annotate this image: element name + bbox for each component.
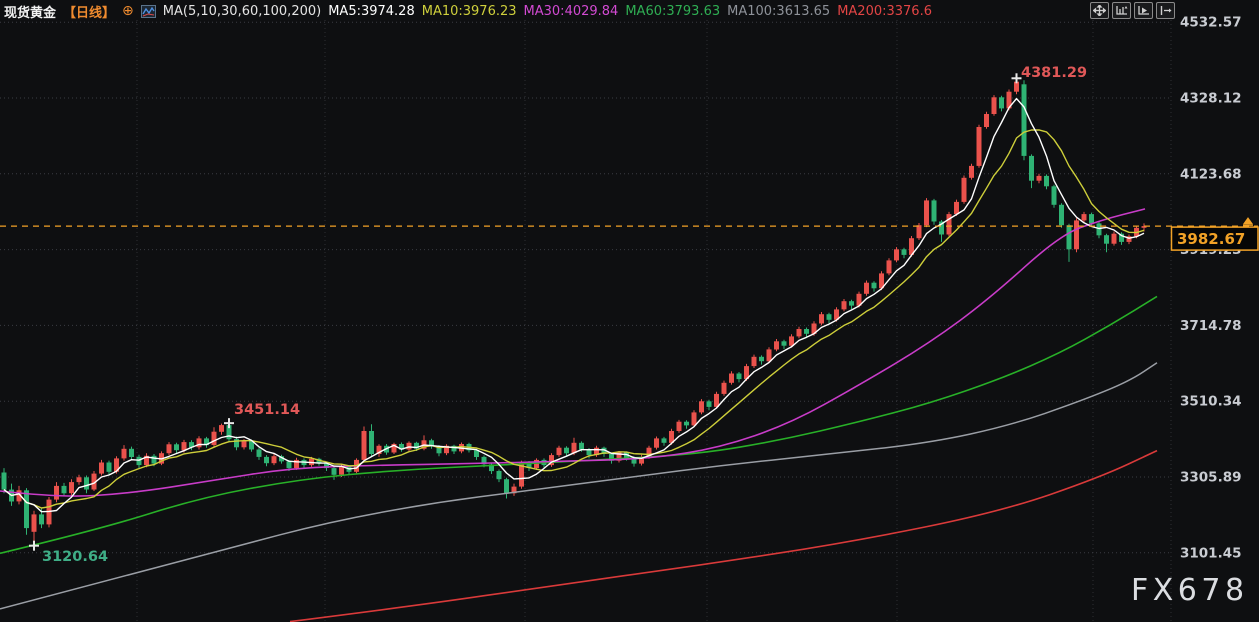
ma200-value: MA200:3376.6 (837, 4, 932, 19)
axis-scale-icon (1115, 5, 1128, 16)
playback-icon (1137, 5, 1150, 16)
ma5-value: MA5:3974.28 (328, 4, 415, 19)
ma100-value: MA100:3613.65 (727, 4, 830, 19)
axis-scale-button[interactable] (1112, 2, 1131, 19)
add-indicator-button[interactable]: ⊕ (122, 5, 134, 18)
ma-lines (0, 99, 1157, 622)
svg-text:3510.34: 3510.34 (1180, 394, 1242, 410)
candlesticks (2, 78, 1147, 545)
ma-line-ma60 (0, 296, 1157, 553)
chart-header: 现货黄金 【日线】 ⊕ MA(5,10,30,60,100,200) MA5:3… (4, 2, 932, 20)
pan-tool-button[interactable] (1090, 2, 1109, 19)
annotation-3451-14: 3451.14 (224, 402, 300, 428)
ma-line-ma200 (290, 451, 1157, 622)
current-price-label: 3982.67 (1177, 230, 1245, 248)
svg-text:3305.89: 3305.89 (1180, 470, 1242, 486)
pan-icon (1093, 5, 1106, 16)
price-alert-arrow-icon (1243, 217, 1253, 224)
exit-icon (1159, 5, 1172, 16)
price-tag: 3982.67 (1172, 227, 1259, 250)
ma30-value: MA30:4029.84 (524, 4, 619, 19)
svg-text:FX678: FX678 (1131, 573, 1249, 608)
kline-chart-app: 4532.574328.124123.683919.233714.783510.… (0, 0, 1259, 622)
period-label: 【日线】 (63, 2, 115, 21)
exit-button[interactable] (1156, 2, 1175, 19)
svg-text:3451.14: 3451.14 (234, 402, 300, 418)
svg-text:4532.57: 4532.57 (1180, 15, 1242, 31)
ma-config-label[interactable]: MA(5,10,30,60,100,200) (163, 4, 321, 19)
chart-toolbar (1090, 2, 1175, 19)
annotation-4381-29: 4381.29 (1012, 65, 1088, 83)
ma60-value: MA60:3793.63 (625, 4, 720, 19)
playback-button[interactable] (1134, 2, 1153, 19)
svg-text:4123.68: 4123.68 (1180, 166, 1242, 182)
chart-canvas[interactable]: 4532.574328.124123.683919.233714.783510.… (0, 0, 1259, 622)
indicator-zigzag-icon (141, 5, 156, 18)
svg-text:3120.64: 3120.64 (42, 549, 108, 565)
watermark: FX678 (1131, 573, 1249, 608)
y-axis-labels: 4532.574328.124123.683919.233714.783510.… (1180, 15, 1242, 562)
symbol-name: 现货黄金 (4, 2, 56, 21)
svg-text:3101.45: 3101.45 (1180, 545, 1242, 561)
svg-text:4381.29: 4381.29 (1021, 65, 1087, 81)
ma10-value: MA10:3976.23 (422, 4, 517, 19)
svg-text:3714.78: 3714.78 (1180, 318, 1242, 334)
svg-text:4328.12: 4328.12 (1180, 91, 1242, 107)
